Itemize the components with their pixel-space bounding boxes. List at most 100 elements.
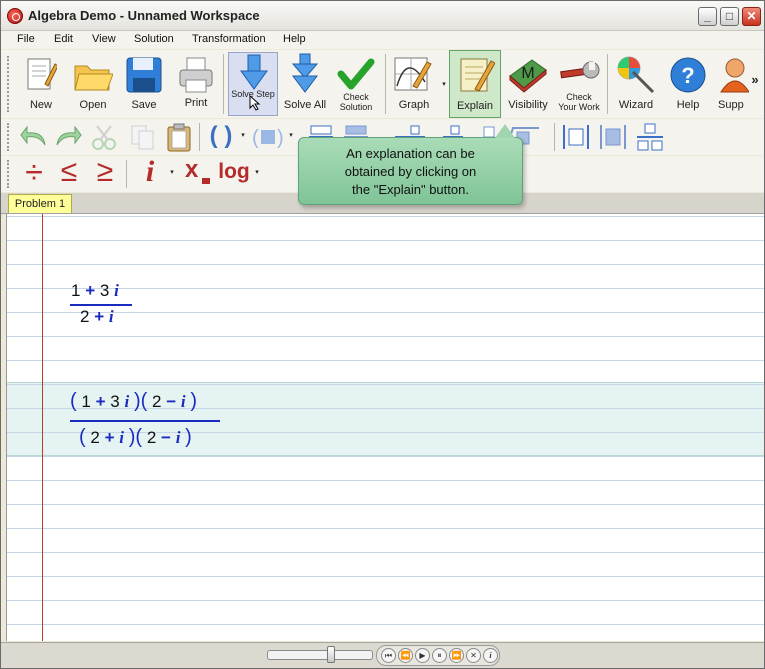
parentheses-button[interactable]: ( ) — [204, 122, 238, 150]
open-button[interactable]: Open — [69, 52, 117, 116]
magic-wand-icon — [617, 56, 655, 94]
imaginary-unit-button[interactable]: i — [137, 156, 163, 188]
imaginary-dropdown-arrow-icon[interactable]: ▾ — [169, 168, 175, 178]
math-operator: + — [95, 392, 106, 411]
arrow-down-icon — [240, 54, 268, 90]
tab-problem-1[interactable]: Problem 1 — [8, 194, 72, 213]
help-button[interactable]: ? Help — [665, 52, 711, 116]
divide-button[interactable]: ÷ — [19, 156, 49, 188]
menu-view[interactable]: View — [92, 33, 116, 45]
first-step-icon[interactable]: ⏮ — [381, 648, 396, 663]
visibility-label: Visibility — [508, 99, 548, 111]
explain-button[interactable]: Explain — [449, 50, 501, 118]
math-number: 3 — [110, 392, 120, 411]
fraction-bar — [70, 304, 132, 306]
solve-step-button[interactable]: Solve Step — [228, 52, 278, 116]
expression-1-numerator[interactable]: 1 + 3 i — [71, 281, 119, 301]
expression-2-denominator[interactable]: ( 2 + i )( 2 − i ) — [79, 426, 192, 449]
copy-icon[interactable] — [129, 123, 157, 151]
play-icon[interactable]: ▶ — [415, 648, 430, 663]
toolbar-grip[interactable] — [7, 123, 15, 151]
log-button[interactable]: log — [215, 158, 253, 186]
printer-icon — [179, 57, 213, 93]
expression-2-numerator[interactable]: ( 1 + 3 i )( 2 − i ) — [70, 390, 197, 413]
stop-icon[interactable]: ✕ — [466, 648, 481, 663]
check-solution-button[interactable]: Check Solution — [331, 52, 381, 116]
ruled-line — [7, 504, 764, 505]
math-variable: i — [175, 428, 181, 447]
menu-file[interactable]: File — [17, 33, 35, 45]
check-solution-label-1: Check — [343, 92, 369, 102]
parentheses-dropdown-arrow-icon[interactable]: ▾ — [240, 131, 246, 141]
close-button[interactable]: ✕ — [742, 7, 761, 26]
check-your-work-button[interactable]: Check Your Work — [555, 52, 603, 116]
ruled-line — [7, 336, 764, 337]
solve-all-button[interactable]: Solve All — [282, 52, 328, 116]
stacked-fraction-icon[interactable] — [635, 122, 665, 152]
wizard-button[interactable]: Wizard — [611, 52, 661, 116]
absolute-value-icon[interactable] — [561, 122, 591, 152]
redo-icon[interactable] — [53, 125, 83, 149]
menu-edit[interactable]: Edit — [54, 33, 73, 45]
subscript-button[interactable]: x — [181, 156, 211, 188]
playback-bar: ⏮ ⏪ ▶ ⏸ ⏩ ✕ i — [1, 642, 764, 668]
undo-icon[interactable] — [19, 125, 49, 149]
subscript-x-label: x — [185, 156, 199, 183]
toolbar-grip[interactable] — [7, 160, 15, 188]
solve-all-label: Solve All — [283, 99, 327, 111]
log-dropdown-arrow-icon[interactable]: ▾ — [254, 168, 260, 178]
absolute-value-fill-icon[interactable] — [598, 122, 628, 152]
expression-1-denominator[interactable]: 2 + i — [80, 307, 114, 327]
math-paren: ) — [185, 426, 192, 448]
svg-text:): ) — [277, 127, 284, 149]
playback-slider-thumb[interactable] — [327, 646, 335, 663]
tooltip-line-2: obtained by clicking on — [344, 164, 477, 179]
window-title: Algebra Demo - Unnamed Workspace — [28, 8, 260, 23]
math-paren: ( — [79, 426, 86, 448]
toolbar-grip[interactable] — [7, 56, 15, 112]
print-button[interactable]: Print — [173, 52, 219, 116]
fraction-bar — [70, 420, 220, 422]
greater-equal-button[interactable]: ≥ — [91, 156, 119, 188]
bracket-dropdown-arrow-icon[interactable]: ▾ — [288, 131, 294, 141]
minimize-button[interactable]: _ — [698, 7, 717, 26]
paste-clipboard-icon[interactable] — [165, 122, 193, 152]
menu-help[interactable]: Help — [283, 33, 306, 45]
explain-tooltip: An explanation can be obtained by clicki… — [298, 124, 523, 205]
visibility-button[interactable]: M Visibility — [504, 52, 552, 116]
toolbar-overflow-button[interactable]: » — [749, 72, 761, 88]
math-number: 1 — [81, 392, 91, 411]
double-arrow-down-icon — [291, 53, 319, 93]
math-number: 1 — [71, 281, 81, 300]
ruled-line — [7, 312, 764, 313]
visibility-book-icon: M — [509, 59, 547, 93]
playback-slider-track[interactable] — [267, 650, 373, 660]
open-label: Open — [79, 99, 107, 111]
worksheet-page[interactable]: 1 + 3 i 2 + i ( 1 + 3 i )( 2 − i ) ( 2 + — [6, 214, 764, 641]
info-icon[interactable]: i — [483, 648, 498, 663]
graph-dropdown-arrow-icon[interactable]: ▾ — [441, 80, 447, 88]
svg-text:?: ? — [681, 63, 694, 88]
bracket-expression-icon[interactable]: ( ) — [250, 124, 288, 150]
save-button[interactable]: Save — [121, 52, 167, 116]
new-button[interactable]: New — [19, 52, 63, 116]
open-folder-icon — [74, 65, 113, 91]
menu-solution[interactable]: Solution — [134, 33, 174, 45]
ruled-line — [7, 552, 764, 553]
math-operator: − — [161, 428, 171, 447]
cut-scissors-icon[interactable] — [91, 123, 119, 151]
math-number: 2 — [90, 428, 100, 447]
graph-button[interactable]: Graph — [389, 52, 439, 116]
pause-icon[interactable]: ⏸ — [432, 648, 447, 663]
graph-icon — [394, 57, 432, 91]
less-equal-button[interactable]: ≤ — [55, 156, 83, 188]
support-button[interactable]: Supp — [713, 52, 749, 116]
rewind-icon[interactable]: ⏪ — [398, 648, 413, 663]
menu-transformation[interactable]: Transformation — [192, 33, 266, 45]
notepad-pencil-icon — [460, 58, 495, 92]
checkmark-icon — [337, 58, 375, 90]
maximize-button[interactable]: □ — [720, 7, 739, 26]
math-paren: ) — [190, 390, 198, 412]
ruled-line — [7, 360, 764, 361]
fast-forward-icon[interactable]: ⏩ — [449, 648, 464, 663]
